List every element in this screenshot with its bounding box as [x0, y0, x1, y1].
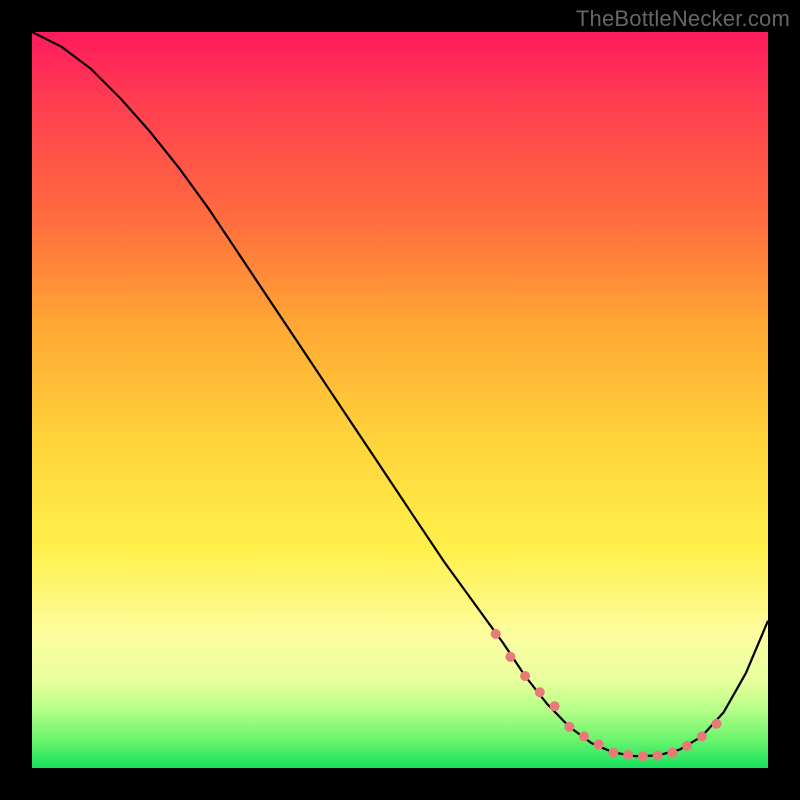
trough-dot — [505, 652, 515, 662]
bottleneck-curve — [32, 32, 768, 756]
trough-dot — [712, 719, 722, 729]
trough-dot — [623, 750, 633, 760]
trough-dot — [491, 629, 501, 639]
trough-dot — [579, 731, 589, 741]
trough-dot — [535, 687, 545, 697]
trough-dot — [667, 748, 677, 758]
trough-dot — [653, 751, 663, 761]
watermark-text: TheBottleNecker.com — [576, 6, 790, 32]
trough-dots — [491, 629, 722, 761]
chart-container: TheBottleNecker.com — [0, 0, 800, 800]
trough-dot — [564, 722, 574, 732]
trough-dot — [608, 748, 618, 758]
trough-dot — [682, 741, 692, 751]
trough-dot — [638, 751, 648, 761]
plot-area — [32, 32, 768, 768]
trough-dot — [520, 671, 530, 681]
trough-dot — [594, 739, 604, 749]
curve-svg — [32, 32, 768, 768]
trough-dot — [697, 731, 707, 741]
trough-dot — [550, 701, 560, 711]
